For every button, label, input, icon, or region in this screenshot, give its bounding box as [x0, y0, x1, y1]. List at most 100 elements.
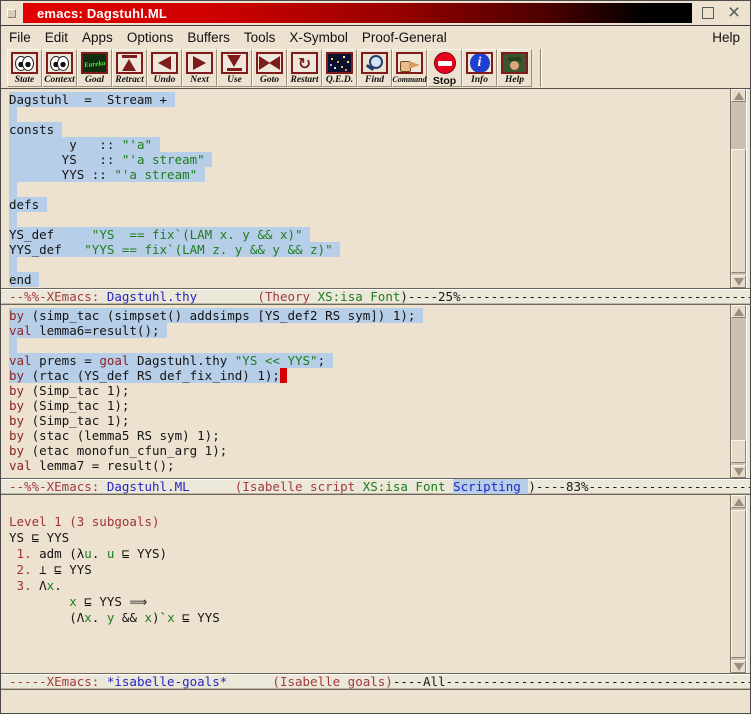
scroll-down-icon [734, 663, 744, 671]
state-button[interactable]: State [7, 49, 42, 87]
scrollbar-thumb[interactable] [731, 440, 746, 463]
toolbar-label: Undo [154, 75, 176, 85]
menu-tools[interactable]: Tools [244, 30, 276, 45]
scrollbar-track[interactable] [731, 318, 746, 465]
icon-frame [501, 52, 528, 74]
menu-apps[interactable]: Apps [82, 30, 113, 45]
menu-help[interactable]: Help [712, 30, 740, 45]
menu-options[interactable]: Options [127, 30, 174, 45]
scrollbar-ml[interactable] [730, 305, 747, 478]
title-bar[interactable]: emacs: Dagstuhl.ML × [1, 1, 750, 25]
icon-frame [221, 52, 248, 74]
code-line [9, 212, 730, 227]
code-line: by (rtac (YS_def RS def_fix_ind) 1); [9, 368, 730, 383]
icon-frame [431, 52, 458, 74]
menu-x-symbol[interactable]: X-Symbol [289, 30, 348, 45]
code-line: 1. adm (λu. u ⊑ YYS) [9, 546, 730, 562]
code-line: val lemma7 = result(); [9, 458, 730, 473]
scrollbar-goals[interactable] [730, 495, 747, 673]
scroll-down-icon [734, 468, 744, 476]
code-line: 2. ⊥ ⊑ YYS [9, 562, 730, 578]
code-line: by (Simp_tac 1); [9, 413, 730, 428]
helpface-icon [503, 54, 526, 72]
menu-proof-general[interactable]: Proof-General [362, 30, 447, 45]
eyes-icon [13, 54, 36, 72]
icon-frame [361, 52, 388, 74]
eureka-icon [83, 54, 106, 72]
command-icon [398, 54, 421, 72]
toolbar-label: Q.E.D. [326, 75, 353, 85]
scroll-down-icon [734, 278, 744, 286]
scrollbar-thumb[interactable] [731, 149, 746, 273]
stop-button[interactable]: Stop [427, 49, 462, 87]
help-button[interactable]: Help [497, 49, 532, 87]
scroll-up-icon [734, 92, 744, 100]
toolbar-label: Restart [291, 75, 319, 85]
retract-button[interactable]: Retract [112, 49, 147, 87]
buffer-dagstuhl-ml[interactable]: by (simp_tac (simpset() addsimps [YS_def… [1, 305, 730, 478]
menu-edit[interactable]: Edit [45, 30, 68, 45]
modeline-dagstuhl-ml[interactable]: --%%-XEmacs: Dagstuhl.ML (Isabelle scrip… [1, 478, 750, 495]
next-button[interactable]: Next [182, 49, 217, 87]
eyes-icon [48, 54, 71, 72]
scrollbar-thy[interactable] [730, 89, 747, 288]
scroll-up-button[interactable] [731, 495, 746, 508]
info-button[interactable]: Info [462, 49, 497, 87]
tri-left-icon [153, 54, 176, 72]
find-icon [363, 54, 386, 72]
icon-frame [256, 52, 283, 74]
icon-frame [116, 52, 143, 74]
find-button[interactable]: Find [357, 49, 392, 87]
goal-button[interactable]: Goal [77, 49, 112, 87]
code-line: 3. Λx. [9, 578, 730, 594]
restart-button[interactable]: ↻Restart [287, 49, 322, 87]
tri-right-icon [188, 54, 211, 72]
code-line: val prems = goal Dagstuhl.thy "YS << YYS… [9, 353, 730, 368]
code-line: YS_def "YS == fix`(LAM x. y && x)" [9, 227, 730, 242]
xemacs-window: emacs: Dagstuhl.ML × File Edit Apps Options… [0, 0, 751, 714]
buffer-isabelle-goals[interactable]: Level 1 (3 subgoals)YS ⊑ YYS 1. adm (λu.… [1, 495, 730, 673]
scroll-down-button[interactable] [731, 465, 746, 478]
scrollbar-track[interactable] [731, 508, 746, 660]
menu-buffers[interactable]: Buffers [187, 30, 230, 45]
scrollbar-thumb[interactable] [731, 510, 746, 658]
code-line: val lemma6=result(); [9, 323, 730, 338]
code-line [9, 182, 730, 197]
undo-button[interactable]: Undo [147, 49, 182, 87]
code-line: end [9, 272, 730, 287]
icon-frame [46, 52, 73, 74]
close-button[interactable]: × [724, 3, 744, 23]
echo-area[interactable] [1, 692, 750, 713]
scroll-up-button[interactable] [731, 305, 746, 318]
code-line: defs [9, 197, 730, 212]
scroll-down-button[interactable] [731, 275, 746, 288]
context-button[interactable]: Context [42, 49, 77, 87]
goto-button[interactable]: Goto [252, 49, 287, 87]
icon-frame [466, 52, 493, 74]
buffer-dagstuhl-thy[interactable]: Dagstuhl = Stream +consts y :: "'a" YS :… [1, 89, 730, 288]
scroll-down-button[interactable] [731, 660, 746, 673]
scroll-up-button[interactable] [731, 89, 746, 102]
toolbar-label: State [15, 75, 35, 85]
scroll-up-icon [734, 308, 744, 316]
toolbar-label: Help [505, 75, 524, 85]
code-line: Level 1 (3 subgoals) [9, 514, 730, 530]
toolbar-label: Context [44, 75, 75, 85]
toolbar-label: Next [190, 75, 208, 85]
retract-icon [118, 54, 141, 72]
command-button[interactable]: Command [392, 49, 427, 87]
icon-frame [151, 52, 178, 74]
modeline-dagstuhl-thy[interactable]: --%%-XEmacs: Dagstuhl.thy (Theory XS:isa… [1, 288, 750, 305]
code-line: x ⊑ YYS ⟹ [9, 594, 730, 610]
qed-button[interactable]: Q.E.D. [322, 49, 357, 87]
toolbar-label: Retract [115, 75, 144, 85]
modeline-isabelle-goals[interactable]: -----XEmacs: *isabelle-goals* (Isabelle … [1, 673, 750, 690]
use-button[interactable]: Use [217, 49, 252, 87]
toolbar-label: Find [365, 75, 384, 85]
window-menu-button[interactable] [7, 9, 16, 18]
use-icon [223, 54, 246, 72]
code-line: (Λx. y && x)`x ⊑ YYS [9, 610, 730, 626]
maximize-button[interactable] [698, 3, 718, 23]
scrollbar-track[interactable] [731, 102, 746, 275]
menu-file[interactable]: File [9, 30, 31, 45]
